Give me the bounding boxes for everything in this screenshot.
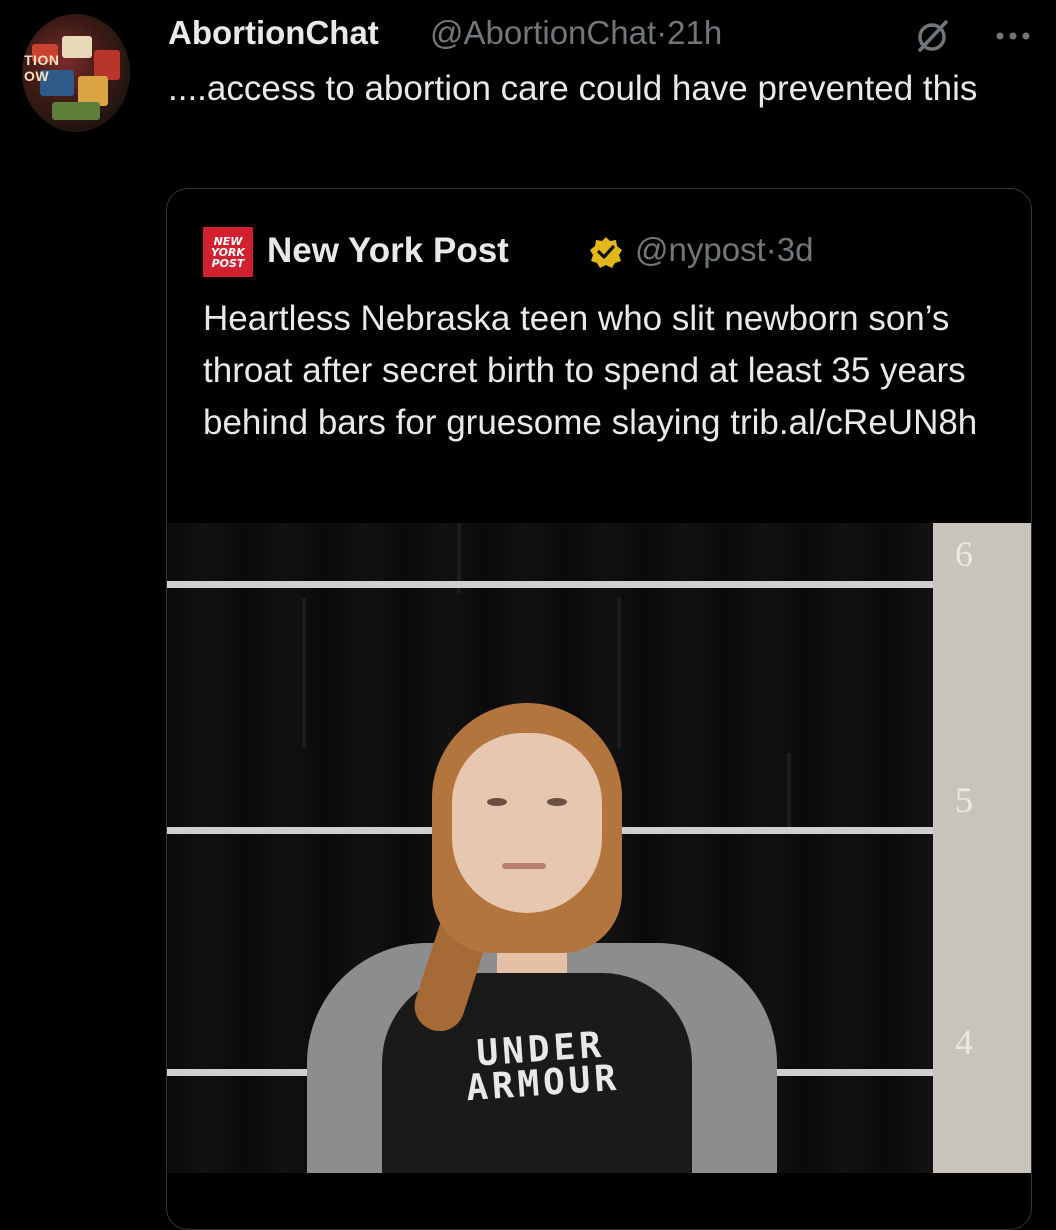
- avatar-text: TION OW: [24, 52, 60, 84]
- more-options-icon[interactable]: [988, 16, 1038, 56]
- ruler-mark: 6: [955, 534, 973, 574]
- quoted-handle[interactable]: @nypost: [635, 231, 766, 268]
- person-figure: UNDER ARMOUR: [307, 703, 777, 1173]
- quoted-media-image[interactable]: 6 5 4 UNDER ARMOUR: [167, 523, 1031, 1173]
- nypost-logo[interactable]: NEW YORK POST: [203, 227, 253, 277]
- shirt-logo-text: UNDER ARMOUR: [464, 1024, 622, 1110]
- ruler-mark: 4: [955, 1022, 973, 1062]
- tweet-header: AbortionChat @AbortionChat·21h: [168, 12, 1036, 56]
- brick-joint: [787, 753, 791, 833]
- height-ruler: 6 5 4: [933, 523, 1031, 1173]
- quoted-tweet-text: Heartless Nebraska teen who slit newborn…: [203, 299, 978, 442]
- eye: [547, 798, 567, 806]
- ruler-mark: 5: [955, 780, 973, 820]
- mouth: [502, 863, 546, 869]
- logo-text: NEW YORK POST: [211, 234, 245, 270]
- quoted-tweet[interactable]: NEW YORK POST New York Post @nypost·3d H…: [166, 188, 1032, 1230]
- separator: ·: [765, 231, 777, 268]
- verified-badge-icon: [590, 237, 622, 268]
- quoted-handle-row: @nypost·3d: [635, 231, 813, 269]
- handle-row: @AbortionChat·21h: [430, 14, 722, 52]
- avatar[interactable]: TION OW: [22, 14, 130, 132]
- brick-joint: [302, 598, 306, 748]
- quoted-tweet-header: NEW YORK POST New York Post @nypost·3d: [203, 225, 1023, 277]
- face: [452, 733, 602, 913]
- poster: [52, 102, 100, 120]
- separator: ·: [656, 14, 668, 51]
- display-name[interactable]: AbortionChat: [168, 14, 379, 52]
- timestamp[interactable]: 21h: [667, 14, 722, 51]
- tweet-text: ....access to abortion care could have p…: [168, 69, 978, 108]
- height-line: [167, 581, 933, 588]
- quoted-timestamp[interactable]: 3d: [777, 231, 814, 268]
- handle[interactable]: @AbortionChat: [430, 14, 656, 51]
- quoted-display-name[interactable]: New York Post: [267, 231, 509, 271]
- poster: [62, 36, 92, 58]
- eye: [487, 798, 507, 806]
- grok-icon[interactable]: [913, 16, 953, 56]
